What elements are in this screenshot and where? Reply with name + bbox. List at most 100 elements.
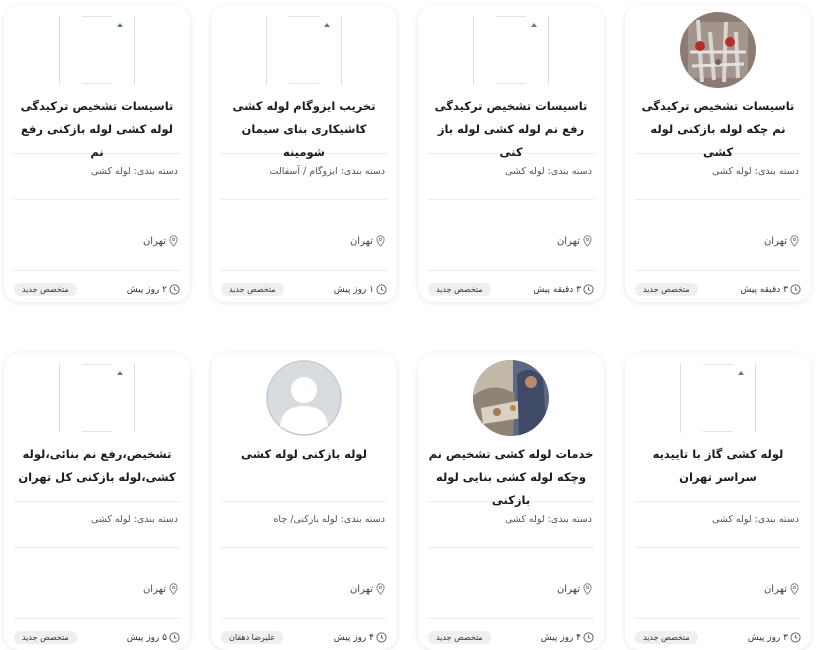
card-footer: ۱ روز پیش متخصص جدید [221,270,387,302]
expert-listing-grid: تاسیسات تشخیص ترکیدگی نم چکه لوله بازکنی… [0,0,817,650]
card-location: تهران [211,548,397,618]
card-category: دسته بندی: لوله کشی [711,514,799,525]
location-pin-icon [790,235,799,247]
card-footer: ۳ دقیقه پیش متخصص جدید [635,270,801,302]
card-title[interactable]: تشخیص،رفع نم بنائی،لوله کشی،لوله بازکنی … [4,437,190,501]
status-badge: متخصص جدید [635,283,698,296]
card-title[interactable]: خدمات لوله کشی تشخیص نم وچکه لوله کشی بن… [418,437,604,507]
expert-card[interactable]: لوله کشی گاز با تاییدیه سراسر تهران دسته… [625,353,811,650]
card-title[interactable]: تخریب ایزوگام لوله کشی کاشیکاری بنای سیم… [211,89,397,159]
posted-time-text: ۵ روز پیش [126,632,167,643]
expert-card[interactable]: تاسیسات تشخیص ترکیدگی رفع نم لوله کشی لو… [418,5,604,302]
status-badge: متخصص جدید [428,631,491,644]
location-pin-icon [169,583,178,595]
clock-icon [376,284,387,295]
status-badge: متخصص جدید [221,283,284,296]
posted-time-text: ۳ دقیقه پیش [533,284,581,295]
avatar-container [418,353,604,437]
posted-time: ۴ روز پیش [541,632,594,643]
avatar [473,360,549,436]
location-text: تهران [142,235,166,247]
default-user-avatar-icon [266,360,342,436]
card-title[interactable]: تاسیسات تشخیص ترکیدگی نم چکه لوله بازکنی… [625,89,811,159]
clock-icon [583,284,594,295]
avatar-container [211,353,397,437]
avatar-container [625,353,811,437]
expert-card[interactable]: تشخیص،رفع نم بنائی،لوله کشی،لوله بازکنی … [4,353,190,650]
location-text: تهران [142,583,166,595]
posted-time-text: ۴ روز پیش [540,632,581,643]
card-footer: ۴ روز پیش علیرضا دهقان [221,618,387,650]
clock-icon [376,632,387,643]
location-text: تهران [349,235,373,247]
card-location: تهران [4,200,190,270]
card-title[interactable]: لوله بازکنی لوله کشی [211,437,397,501]
posted-time-text: ۳ دقیقه پیش [740,284,788,295]
location-pin-icon [583,583,592,595]
expert-card[interactable]: تخریب ایزوگام لوله کشی کاشیکاری بنای سیم… [211,5,397,302]
status-badge: متخصص جدید [635,631,698,644]
status-badge: متخصص جدید [14,283,77,296]
avatar-container [4,5,190,89]
location-pin-icon [169,235,178,247]
posted-time-text: ۴ روز پیش [333,632,374,643]
card-footer: ۵ روز پیش متخصص جدید [14,618,180,650]
card-category: دسته بندی: لوله بازکنی/ چاه [273,514,385,525]
clock-icon [790,284,801,295]
broken-image-icon [59,15,135,85]
location-text: تهران [556,583,580,595]
card-footer: ۲ روز پیش متخصص جدید [14,270,180,302]
location-text: تهران [556,235,580,247]
status-badge: متخصص جدید [428,283,491,296]
expert-card[interactable]: تاسیسات تشخیص ترکیدگی نم چکه لوله بازکنی… [625,5,811,302]
posted-time: ۳ دقیقه پیش [740,284,801,295]
posted-time-text: ۱ روز پیش [333,284,374,295]
posted-time: ۴ روز پیش [334,632,387,643]
card-location: تهران [4,548,190,618]
location-pin-icon [790,583,799,595]
card-location: تهران [625,548,811,618]
location-text: تهران [763,583,787,595]
card-category: دسته بندی: لوله کشی [90,514,178,525]
status-badge: متخصص جدید [14,631,77,644]
clock-icon [169,632,180,643]
card-title[interactable]: تاسیسات تشخیص ترکیدگی رفع نم لوله کشی لو… [418,89,604,159]
card-footer: ۳ روز پیش متخصص جدید [635,618,801,650]
avatar-container [625,5,811,89]
card-footer: ۴ روز پیش متخصص جدید [428,618,594,650]
expert-name-badge: علیرضا دهقان [221,631,284,644]
posted-time: ۳ دقیقه پیش [533,284,594,295]
card-location: تهران [418,548,604,618]
avatar-container [418,5,604,89]
expert-card[interactable]: لوله بازکنی لوله کشی دسته بندی: لوله باز… [211,353,397,650]
posted-time: ۱ روز پیش [334,284,387,295]
clock-icon [583,632,594,643]
card-location: تهران [625,200,811,270]
card-location: تهران [211,200,397,270]
location-pin-icon [376,235,385,247]
card-location: تهران [418,200,604,270]
card-title[interactable]: تاسیسات تشخیص ترکیدگی لوله کشی لوله بازک… [4,89,190,159]
broken-image-icon [59,363,135,433]
card-footer: ۳ دقیقه پیش متخصص جدید [428,270,594,302]
clock-icon [169,284,180,295]
location-text: تهران [349,583,373,595]
avatar-container [4,353,190,437]
posted-time: ۳ روز پیش [748,632,801,643]
posted-time: ۲ روز پیش [127,284,180,295]
clock-icon [790,632,801,643]
card-title[interactable]: لوله کشی گاز با تاییدیه سراسر تهران [625,437,811,501]
posted-time-text: ۲ روز پیش [126,284,167,295]
broken-image-icon [266,15,342,85]
broken-image-icon [473,15,549,85]
posted-time: ۵ روز پیش [127,632,180,643]
expert-card[interactable]: تاسیسات تشخیص ترکیدگی لوله کشی لوله بازک… [4,5,190,302]
posted-time-text: ۳ روز پیش [747,632,788,643]
avatar [680,12,756,88]
broken-image-icon [680,363,756,433]
location-text: تهران [763,235,787,247]
avatar-container [211,5,397,89]
expert-card[interactable]: خدمات لوله کشی تشخیص نم وچکه لوله کشی بن… [418,353,604,650]
location-pin-icon [376,583,385,595]
location-pin-icon [583,235,592,247]
